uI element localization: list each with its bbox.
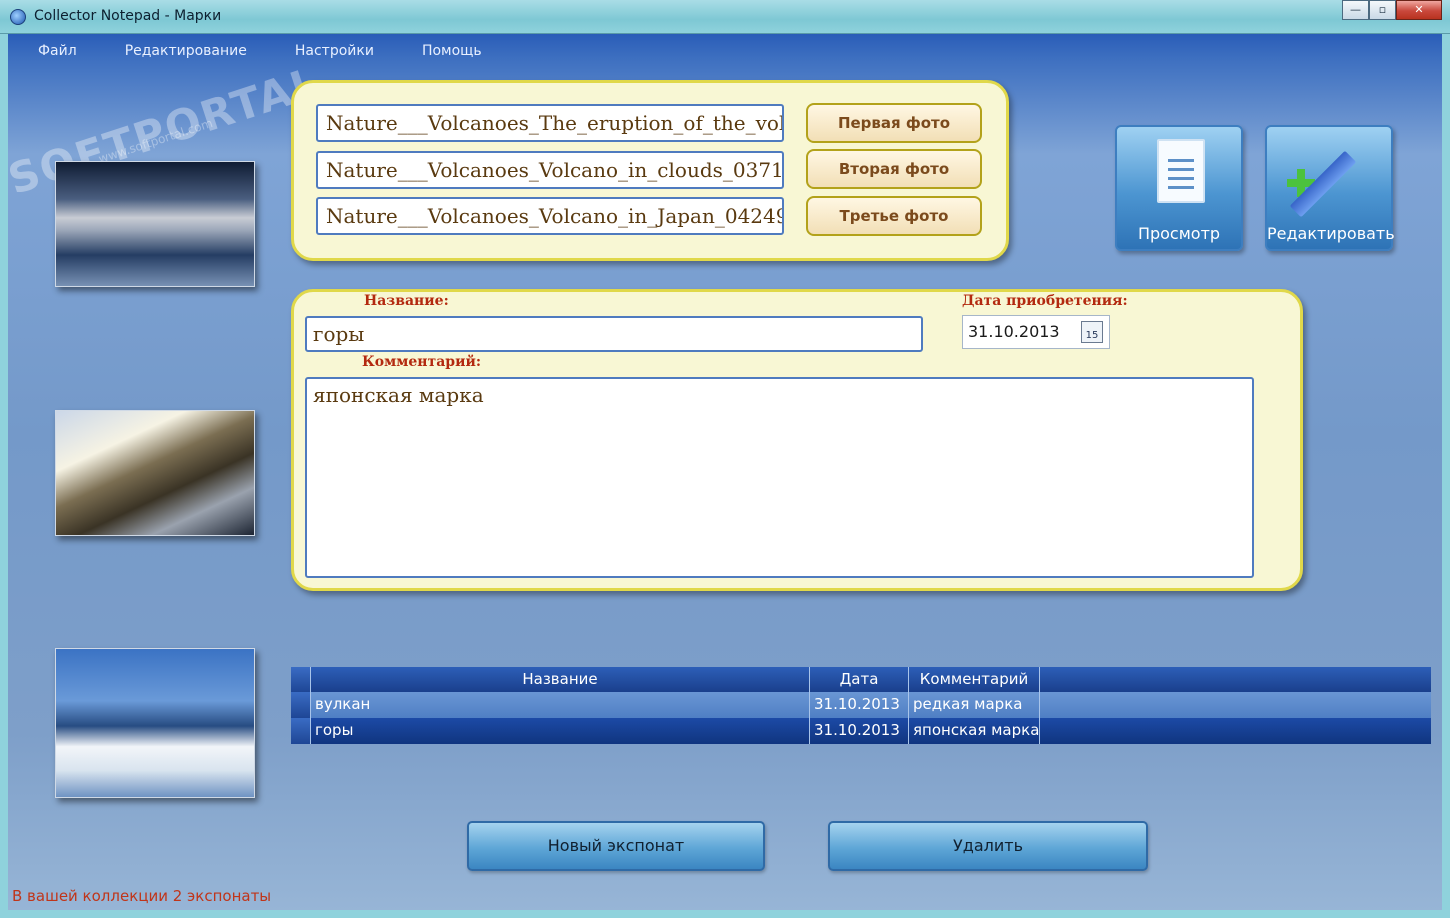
cell-date[interactable]: 31.10.2013 xyxy=(810,692,909,718)
photo-files-panel: Nature___Volcanoes_The_eruption_of_the_v… xyxy=(291,80,1009,261)
third-photo-button[interactable]: Третье фото xyxy=(806,196,982,236)
column-header-name[interactable]: Название xyxy=(311,667,810,692)
cell-empty xyxy=(1040,718,1431,744)
column-header-empty xyxy=(1040,667,1431,692)
edit-button-label: Редактировать xyxy=(1267,224,1395,243)
table-header-row: Название Дата Комментарий xyxy=(291,667,1431,692)
minimize-button[interactable]: — xyxy=(1342,0,1369,20)
title-bar: Collector Notepad - Марки — ▫ ✕ xyxy=(0,0,1450,34)
acquisition-date-label: Дата приобретения: xyxy=(962,293,1128,309)
delete-button[interactable]: Удалить xyxy=(828,821,1148,871)
photo-thumbnail-2[interactable] xyxy=(55,410,255,536)
document-icon xyxy=(1157,139,1205,203)
photo-thumbnail-1[interactable] xyxy=(55,161,255,287)
edit-button[interactable]: Редактировать xyxy=(1265,125,1395,251)
view-button-label: Просмотр xyxy=(1137,224,1221,243)
new-exhibit-button[interactable]: Новый экспонат xyxy=(467,821,765,871)
exhibit-details-panel: Название: горы Дата приобретения: 31.10.… xyxy=(291,289,1303,591)
menu-help[interactable]: Помощь xyxy=(422,34,482,68)
window-frame-right xyxy=(1442,34,1450,918)
column-header-comment[interactable]: Комментарий xyxy=(909,667,1040,692)
row-selector[interactable] xyxy=(291,692,311,718)
window-frame-bottom xyxy=(0,910,1450,918)
comment-label: Комментарий: xyxy=(362,354,482,370)
photo-file-1-field[interactable]: Nature___Volcanoes_The_eruption_of_the_v… xyxy=(316,104,784,142)
menu-edit[interactable]: Редактирование xyxy=(125,34,247,68)
exhibits-table: Название Дата Комментарий вулкан 31.10.2… xyxy=(291,667,1431,744)
second-photo-button[interactable]: Вторая фото xyxy=(806,149,982,189)
calendar-icon[interactable]: 15 xyxy=(1081,321,1103,343)
status-bar: В вашей коллекции 2 экспонаты xyxy=(8,882,1442,910)
photo-file-2-field[interactable]: Nature___Volcanoes_Volcano_in_clouds_037… xyxy=(316,151,784,189)
app-icon xyxy=(10,9,26,25)
table-row[interactable]: вулкан 31.10.2013 редкая марка xyxy=(291,692,1431,718)
cell-comment[interactable]: редкая марка xyxy=(909,692,1040,718)
client-area: Файл Редактирование Настройки Помощь SOF… xyxy=(2,34,1442,910)
view-button[interactable]: Просмотр xyxy=(1115,125,1243,251)
maximize-button[interactable]: ▫ xyxy=(1369,0,1396,20)
cell-name[interactable]: горы xyxy=(311,718,810,744)
cell-name[interactable]: вулкан xyxy=(311,692,810,718)
acquisition-date-value: 31.10.2013 xyxy=(968,322,1060,341)
table-row-selected[interactable]: горы 31.10.2013 японская марка xyxy=(291,718,1431,744)
menu-bar: Файл Редактирование Настройки Помощь xyxy=(8,34,1442,68)
name-input[interactable]: горы xyxy=(305,316,923,352)
photo-thumbnail-3[interactable] xyxy=(55,648,255,798)
cell-comment[interactable]: японская марка xyxy=(909,718,1040,744)
menu-file[interactable]: Файл xyxy=(38,34,77,68)
acquisition-date-picker[interactable]: 31.10.2013 15 xyxy=(962,315,1110,349)
first-photo-button[interactable]: Первая фото xyxy=(806,103,982,143)
name-label: Название: xyxy=(364,293,449,309)
cell-empty xyxy=(1040,692,1431,718)
comment-textarea[interactable]: японская марка xyxy=(305,377,1254,578)
photo-file-3-field[interactable]: Nature___Volcanoes_Volcano_in_Japan_0424… xyxy=(316,197,784,235)
window-title: Collector Notepad - Марки xyxy=(34,8,222,24)
row-selector[interactable] xyxy=(291,718,311,744)
row-selector-header xyxy=(291,667,311,692)
collection-count-text: В вашей коллекции 2 экспонаты xyxy=(12,887,272,905)
cell-date[interactable]: 31.10.2013 xyxy=(810,718,909,744)
close-button[interactable]: ✕ xyxy=(1396,0,1442,20)
column-header-date[interactable]: Дата xyxy=(810,667,909,692)
